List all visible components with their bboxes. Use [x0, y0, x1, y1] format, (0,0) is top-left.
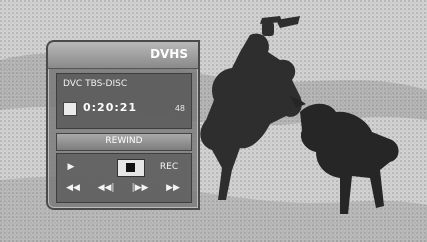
- rewind-label: REWIND: [105, 136, 143, 146]
- disc-type-label: DVC TBS-DISC: [63, 79, 128, 89]
- record-button[interactable]: REC: [151, 159, 187, 175]
- time-counter: 0:20:21: [83, 101, 138, 114]
- transport-controls: ▶ REC ◀◀ ◀◀| |▶▶ ▶▶: [56, 153, 192, 203]
- stop-icon: [126, 163, 135, 172]
- dvhs-osd-panel: DVHS DVC TBS-DISC 0:20:21 48 REWIND ▶ RE…: [46, 40, 200, 210]
- rewind-button[interactable]: REWIND: [56, 133, 192, 151]
- rewind-icon[interactable]: ◀◀: [59, 180, 87, 196]
- video-screen: DVHS DVC TBS-DISC 0:20:21 48 REWIND ▶ RE…: [0, 0, 427, 242]
- stop-button[interactable]: [117, 159, 145, 177]
- panel-header: DVHS: [48, 42, 198, 69]
- panel-title: DVHS: [150, 47, 188, 61]
- skip-back-icon[interactable]: ◀◀|: [91, 180, 121, 196]
- play-button[interactable]: ▶: [61, 159, 81, 175]
- fast-forward-icon[interactable]: ▶▶: [159, 180, 187, 196]
- tape-info-box: DVC TBS-DISC 0:20:21 48: [56, 73, 192, 129]
- status-indicator-icon: [63, 102, 77, 116]
- counter-mode: 48: [174, 104, 185, 113]
- skip-forward-icon[interactable]: |▶▶: [125, 180, 155, 196]
